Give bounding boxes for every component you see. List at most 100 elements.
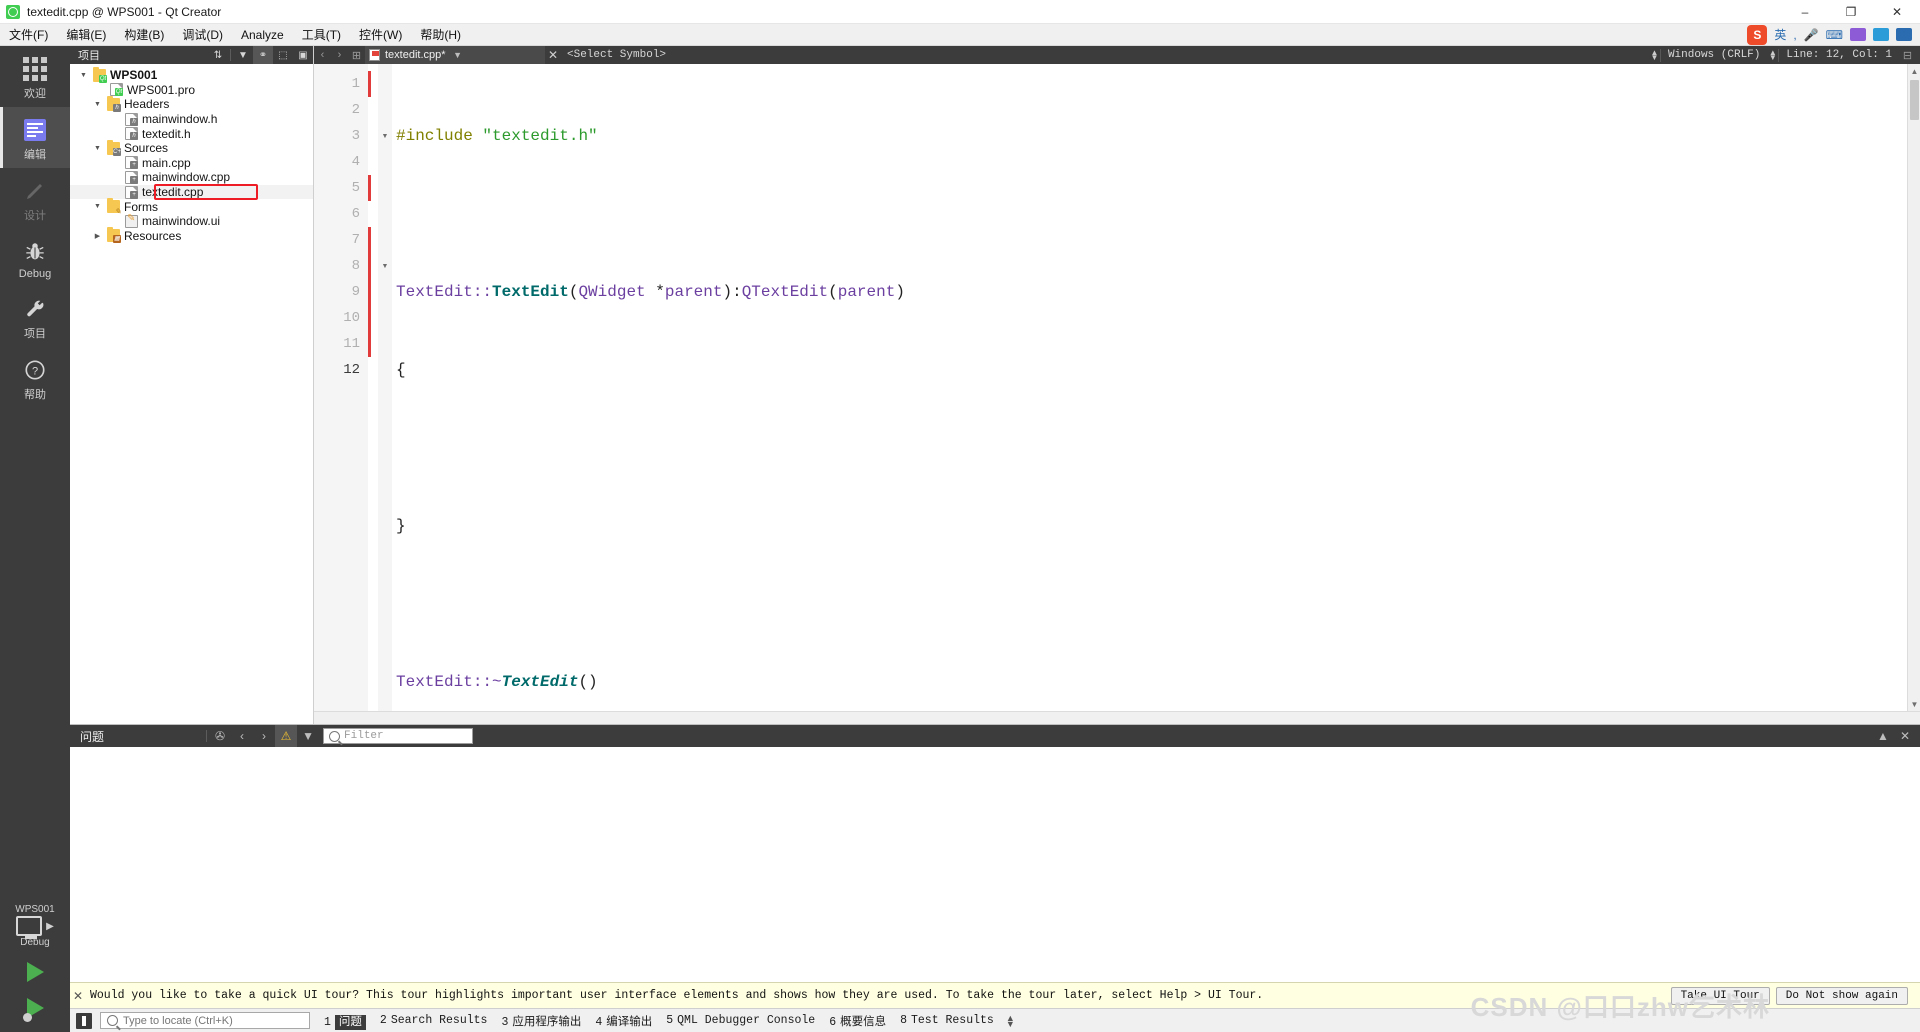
status-item-label: 应用程序输出 (512, 1015, 582, 1029)
mode-projects[interactable]: 项目 (0, 286, 70, 347)
status-item-compile-output[interactable]: 4 编译输出 (595, 1013, 652, 1029)
tree-item-textedit-h[interactable]: h textedit.h (70, 126, 313, 141)
tree-item-wps001[interactable]: ▼ Qt WPS001 (70, 66, 313, 83)
toggle-sidebar-icon[interactable] (76, 1012, 92, 1029)
tree-item-headers[interactable]: ▼ h Headers (70, 95, 313, 112)
maximize-button[interactable]: ❐ (1828, 0, 1874, 24)
scrollbar-thumb[interactable] (1910, 80, 1919, 120)
locator-input[interactable]: Type to locate (Ctrl+K) (100, 1012, 310, 1029)
mode-welcome[interactable]: 欢迎 (0, 46, 70, 107)
mode-design[interactable]: 设计 (0, 168, 70, 229)
status-item-general-messages[interactable]: 6 概要信息 (829, 1013, 886, 1029)
close-button[interactable]: ✕ (1874, 0, 1920, 24)
code-token: ) (722, 283, 733, 301)
split-icon[interactable]: ⬚ (273, 46, 293, 64)
close-notification-icon[interactable]: ✕ (72, 989, 90, 1003)
chevron-right-icon[interactable]: ▶ (92, 232, 103, 240)
editor-horizontal-scrollbar[interactable] (314, 711, 1920, 724)
symbol-selector[interactable]: <Select Symbol> (561, 49, 666, 61)
link-with-editor-icon[interactable]: ⚭ (253, 46, 273, 64)
status-item-search-results[interactable]: 2 Search Results (380, 1014, 488, 1027)
menu-window[interactable]: 控件(W) (350, 25, 411, 45)
prev-issue-icon[interactable]: ‹ (231, 725, 253, 747)
tree-item-sources[interactable]: ▼ C+ Sources (70, 139, 313, 156)
nav-forward-icon[interactable]: › (331, 46, 348, 64)
tree-item-textedit-cpp[interactable]: + textedit.cpp (70, 183, 313, 200)
filter-dropdown-icon[interactable]: ▼ (297, 725, 319, 747)
close-tab-icon[interactable]: ✕ (545, 48, 561, 62)
close-split-icon[interactable]: ▣ (293, 46, 313, 64)
nav-back-icon[interactable]: ‹ (314, 46, 331, 64)
maximize-panel-icon[interactable]: ▲ (1872, 725, 1894, 747)
tree-item-mainwindow-ui[interactable]: mainwindow.ui (70, 213, 313, 229)
split-editor-icon[interactable]: ⊞ (348, 46, 365, 64)
split-pane-icon[interactable]: ⊟ (1899, 46, 1916, 64)
tree-item-wps001-pro[interactable]: Qt WPS001.pro (70, 83, 313, 98)
menu-file[interactable]: 文件(F) (0, 25, 57, 45)
mode-debug[interactable]: Debug (0, 229, 70, 286)
status-overflow-icon[interactable]: ▲ ▼ (1006, 1013, 1015, 1028)
status-item-issues[interactable]: 1 问题 (324, 1013, 366, 1030)
project-panel-title: 项目 (78, 50, 100, 62)
close-panel-icon[interactable]: ✕ (1894, 725, 1916, 747)
chevron-down-icon[interactable]: ▼ (92, 101, 103, 108)
scroll-up-icon[interactable]: ▲ (1908, 64, 1920, 78)
microphone-icon[interactable]: 🎤 (1804, 28, 1819, 42)
filter-input[interactable]: Filter (323, 728, 474, 744)
fold-marker-icon[interactable]: ▼ (378, 253, 392, 279)
svg-text:?: ? (32, 366, 38, 378)
keyboard-icon[interactable]: ⌨ (1826, 28, 1843, 42)
code-text[interactable]: #include "textedit.h" TextEdit::TextEdit… (392, 64, 1920, 711)
encoding-stepper-icon[interactable]: ▲ ▼ (1767, 49, 1778, 62)
status-item-test-results[interactable]: 8 Test Results (900, 1014, 994, 1027)
chevron-down-icon[interactable]: ▼ (78, 72, 89, 79)
run-button[interactable] (26, 956, 44, 988)
minimize-button[interactable]: – (1782, 0, 1828, 24)
change-bar (368, 71, 371, 97)
ime-language-icon[interactable]: 英 (1774, 26, 1786, 43)
filter-icon[interactable]: ▼ (233, 46, 253, 64)
menu-tools[interactable]: 工具(T) (293, 25, 350, 45)
ime-toolbox-icon[interactable] (1850, 28, 1866, 41)
status-item-app-output[interactable]: 3 应用程序输出 (501, 1013, 581, 1029)
chevron-down-icon[interactable]: ▼ (451, 50, 465, 60)
menu-build[interactable]: 构建(B) (115, 25, 173, 45)
fold-marker-icon[interactable]: ▼ (378, 123, 392, 149)
menu-debug[interactable]: 调试(D) (173, 25, 232, 45)
tree-item-mainwindow-h[interactable]: h mainwindow.h (70, 112, 313, 127)
start-debugging-button[interactable] (22, 992, 44, 1024)
scroll-down-icon[interactable]: ▼ (1908, 697, 1920, 711)
line-ending-stepper-icon[interactable]: ▲ ▼ (1649, 49, 1660, 62)
editor-tab-textedit-cpp[interactable]: textedit.cpp* ▼ (365, 46, 545, 64)
sync-sort-icon[interactable]: ⇅ (208, 46, 228, 64)
menu-analyze[interactable]: Analyze (232, 25, 293, 45)
menu-edit[interactable]: 编辑(E) (57, 25, 115, 45)
chevron-down-icon[interactable]: ▼ (92, 203, 103, 210)
next-issue-icon[interactable]: › (253, 725, 275, 747)
tree-item-main-cpp[interactable]: + main.cpp (70, 156, 313, 171)
mode-debug-label: Debug (18, 268, 52, 280)
tree-item-resources[interactable]: ▶ ▦ Resources (70, 227, 313, 244)
mode-edit[interactable]: 编辑 (0, 107, 70, 168)
tree-item-mainwindow-cpp[interactable]: + mainwindow.cpp (70, 170, 313, 185)
chevron-down-icon[interactable]: ▼ (92, 145, 103, 152)
tree-item-forms[interactable]: ▼ ✎ Forms (70, 198, 313, 216)
do-not-show-again-button[interactable]: Do Not show again (1775, 986, 1908, 1005)
code-token: } (396, 517, 406, 535)
ime-punctuation-icon[interactable]: , (1793, 28, 1796, 42)
ime-skin-icon[interactable] (1873, 28, 1889, 41)
code-editor[interactable]: 1 2 3 4 5 6 7 8 9 10 11 12 ▼ ▼ #include … (314, 64, 1920, 711)
status-item-qml-debugger-console[interactable]: 5 QML Debugger Console (666, 1014, 815, 1027)
wps-logo-icon[interactable]: S (1747, 24, 1768, 45)
issues-list[interactable] (70, 747, 1920, 982)
menu-help[interactable]: 帮助(H) (411, 25, 470, 45)
mode-help[interactable]: ? 帮助 (0, 347, 70, 408)
clear-icon[interactable]: ✇ (209, 725, 231, 747)
editor-vertical-scrollbar[interactable]: ▲ ▼ (1907, 64, 1920, 711)
line-ending-label[interactable]: Windows (CRLF) (1661, 49, 1767, 61)
warning-filter-icon[interactable]: ⚠ (275, 725, 298, 747)
kit-selector[interactable]: WPS001 ▶ Debug (15, 900, 54, 952)
ime-apps-icon[interactable] (1896, 28, 1912, 41)
take-ui-tour-button[interactable]: Take UI Tour (1670, 986, 1770, 1005)
